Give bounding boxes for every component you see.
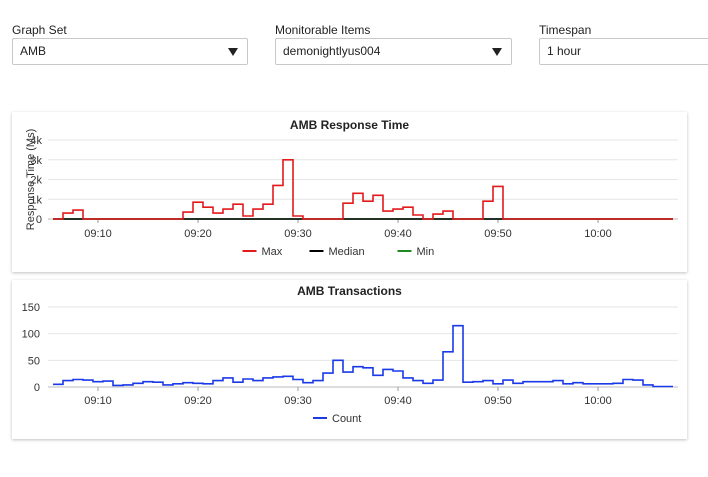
legend-label: Min [417,246,435,258]
monitorable-items-select[interactable]: demonightlyus004 [275,38,512,65]
transactions-chart-card: AMB Transactions 0 50 100 150 09:10 09:20 09:30… [12,280,687,439]
chart-title: AMB Transactions [297,284,402,298]
chart-title: AMB Response Time [290,118,409,132]
graph-set-select[interactable]: AMB [12,38,248,65]
legend-item-min[interactable]: Min [397,246,435,258]
y-tick-label: 50 [28,355,40,367]
y-tick-label: 4k [30,135,42,147]
x-tick-label: 09:20 [184,228,212,240]
x-tick-label: 10:00 [584,228,612,240]
legend-label: Count [332,413,361,425]
series-line-max [53,159,673,220]
legend-item-median[interactable]: Median [309,246,365,258]
graph-set-value: AMB [20,44,47,58]
y-tick-label: 1k [30,194,42,206]
x-tick-label: 09:10 [84,228,112,240]
y-tick-label: 3k [30,155,42,167]
monitorable-items-label: Monitorable Items [275,23,371,37]
y-tick-label: 0 [36,214,42,226]
response-time-chart: AMB Response TimeResponse Time (Ms)01k2k… [25,118,678,258]
x-tick-label: 09:40 [384,228,412,240]
legend-label: Median [329,246,365,258]
dropdown-arrow-icon [228,48,238,56]
x-tick-label: 09:20 [184,395,212,407]
x-tick-label: 09:30 [284,228,312,240]
y-tick-label: 2k [30,175,42,187]
y-tick-label: 0 [34,382,40,394]
legend-label: Max [262,246,283,258]
x-tick-label: 09:10 [84,395,112,407]
timespan-select[interactable]: 1 hour [539,38,708,65]
transactions-chart: AMB Transactions 0 50 100 150 09:10 09:20 09:30… [22,284,678,425]
x-tick-label: 09:50 [484,395,512,407]
timespan-label: Timespan [539,23,592,37]
x-tick-label: 09:50 [484,228,512,240]
y-tick-label: 150 [22,302,40,314]
timespan-value: 1 hour [547,44,582,58]
legend-item-count[interactable]: Count [313,413,361,425]
monitorable-items-value: demonightlyus004 [283,44,381,58]
x-tick-label: 09:30 [284,395,312,407]
x-tick-label: 09:40 [384,395,412,407]
dropdown-arrow-icon [492,48,502,56]
response-time-chart-card: AMB Response Time Response Time (Ms) 0 1k 2k… [12,112,687,272]
graph-set-label: Graph Set [12,23,67,37]
x-tick-label: 10:00 [584,395,612,407]
series-line-count [53,324,673,388]
legend-item-max[interactable]: Max [242,246,283,258]
y-tick-label: 100 [22,329,40,341]
